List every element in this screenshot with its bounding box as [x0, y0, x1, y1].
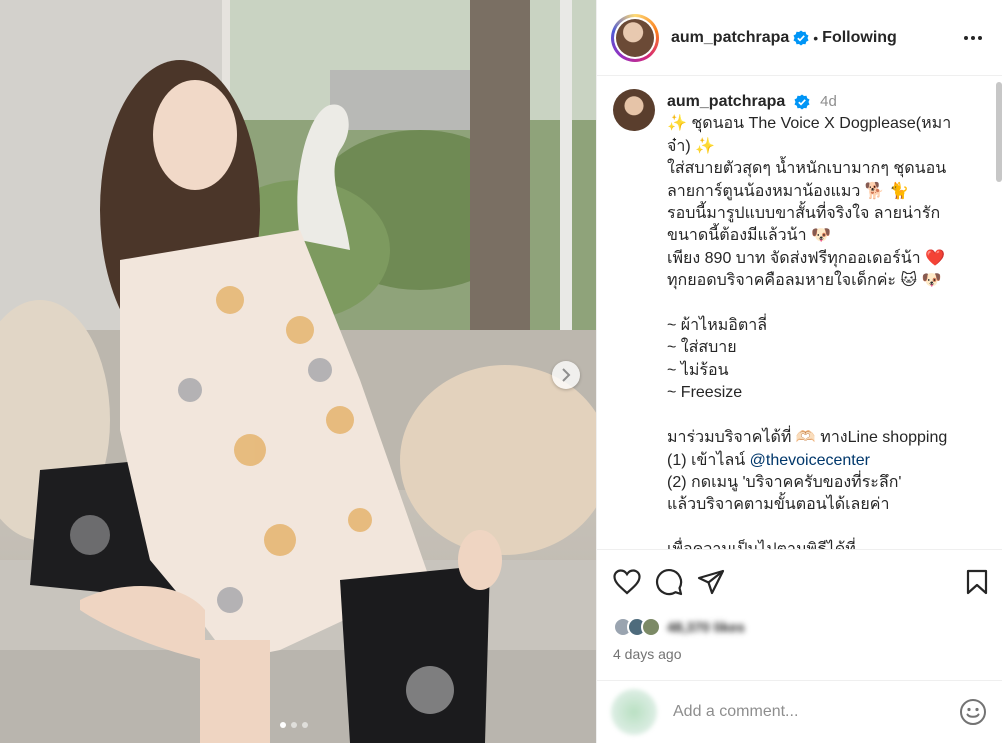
caption-username[interactable]: aum_patchrapa [667, 93, 785, 110]
liker-avatars [613, 617, 661, 637]
caption-line: (1) เข้าไลน์ @thevoicecenter [667, 450, 973, 472]
post-time-ago[interactable]: 4 days ago [613, 646, 989, 662]
like-button[interactable] [613, 569, 641, 595]
scrollbar-thumb[interactable] [996, 82, 1002, 182]
avatar-image [616, 18, 654, 57]
post-image[interactable] [0, 0, 596, 743]
likes-count[interactable]: 48,370 likes [667, 619, 745, 635]
caption-scrollbar[interactable] [996, 82, 1002, 542]
heart-icon [613, 569, 641, 595]
emoji-icon [960, 699, 986, 725]
caption-area: aum_patchrapa 4d ✨ ชุดนอน The Voice X Do… [597, 77, 1002, 549]
share-button[interactable] [697, 569, 725, 595]
next-image-button[interactable] [552, 361, 580, 389]
caption-line: ~ ไม่ร้อน [667, 361, 729, 379]
emoji-button[interactable] [959, 698, 987, 726]
comment-bubble-icon [655, 568, 683, 596]
caption-line: เพื่อความเป็นไปตามพิธีได้ที่ [667, 539, 973, 549]
caption-line: (2) กดเมนู 'บริจาคครับของที่ระลึก' [667, 473, 902, 491]
paper-plane-icon [697, 569, 725, 595]
caption-body: aum_patchrapa 4d ✨ ชุดนอน The Voice X Do… [667, 89, 973, 549]
chevron-right-icon [562, 368, 571, 382]
caption-line: ขนาดนี้ต้องมีแล้วน้า 🐶 [667, 227, 831, 245]
caption-line: ทุกยอดบริจาคคือลมหายใจเด็กค่ะ 🐱 🐶 [667, 272, 942, 290]
caption-avatar[interactable] [613, 89, 655, 131]
caption-line: แล้วบริจาคตามขั้นตอนได้เลยค่า [667, 496, 890, 514]
verified-badge-icon [794, 94, 810, 110]
caption-line: ~ Freesize [667, 384, 743, 402]
carousel-dot [302, 722, 308, 728]
post-header: aum_patchrapa • Following [597, 0, 1002, 76]
post-actions: 48,370 likes 4 days ago [597, 549, 1002, 662]
caption-line: เพียง 890 บาท จัดส่งฟรีทุกออเดอร์น้า ❤️ [667, 249, 945, 267]
following-button[interactable]: Following [822, 29, 897, 47]
bookmark-icon [966, 569, 988, 595]
verified-badge-icon [793, 30, 809, 45]
post-photo-illustration [0, 0, 596, 743]
more-options-icon[interactable] [958, 30, 988, 46]
viewer-avatar [611, 689, 657, 735]
caption-line: ✨ ชุดนอน The Voice X Dogplease(หมา [667, 115, 952, 133]
likes-summary[interactable]: 48,370 likes [613, 614, 989, 640]
caption-timestamp[interactable]: 4d [820, 93, 837, 110]
carousel-indicator [280, 722, 308, 728]
separator-dot: • [813, 29, 819, 46]
comment-input[interactable]: Add a comment... [673, 703, 959, 721]
carousel-dot-active [280, 722, 286, 728]
caption-line [667, 517, 973, 539]
save-button[interactable] [965, 569, 989, 595]
caption-line-text: (1) เข้าไลน์ [667, 451, 750, 469]
carousel-dot [291, 722, 297, 728]
caption-line: จ๋า) ✨ [667, 137, 716, 155]
author-username[interactable]: aum_patchrapa [671, 29, 789, 47]
author-avatar[interactable] [611, 13, 659, 62]
mention-link[interactable]: @thevoicecenter [750, 452, 870, 469]
caption-line: รอบนี้มารูปแบบขาสั้นที่จริงใจ ลายน่ารัก [667, 205, 941, 223]
comment-bar: Add a comment... [597, 680, 1002, 743]
caption-line: ~ ใส่สบาย [667, 339, 737, 357]
caption-line [667, 405, 973, 427]
caption-line: ลายการ์ตูนน้องหมาน้องแมว 🐕 🐈 [667, 182, 910, 200]
caption-line: ~ ผ้าไหมอิตาลี่ [667, 317, 768, 335]
post-side-panel: aum_patchrapa • Following aum_patchrapa … [596, 0, 1002, 743]
caption-line: ใส่สบายตัวสุดๆ น้ำหนักเบามากๆ ชุดนอน [667, 160, 947, 178]
comment-button[interactable] [655, 568, 683, 596]
caption-line: มาร่วมบริจาคได้ที่ 🫶🏻 ทางLine shopping [667, 429, 948, 447]
caption-line [667, 293, 973, 315]
